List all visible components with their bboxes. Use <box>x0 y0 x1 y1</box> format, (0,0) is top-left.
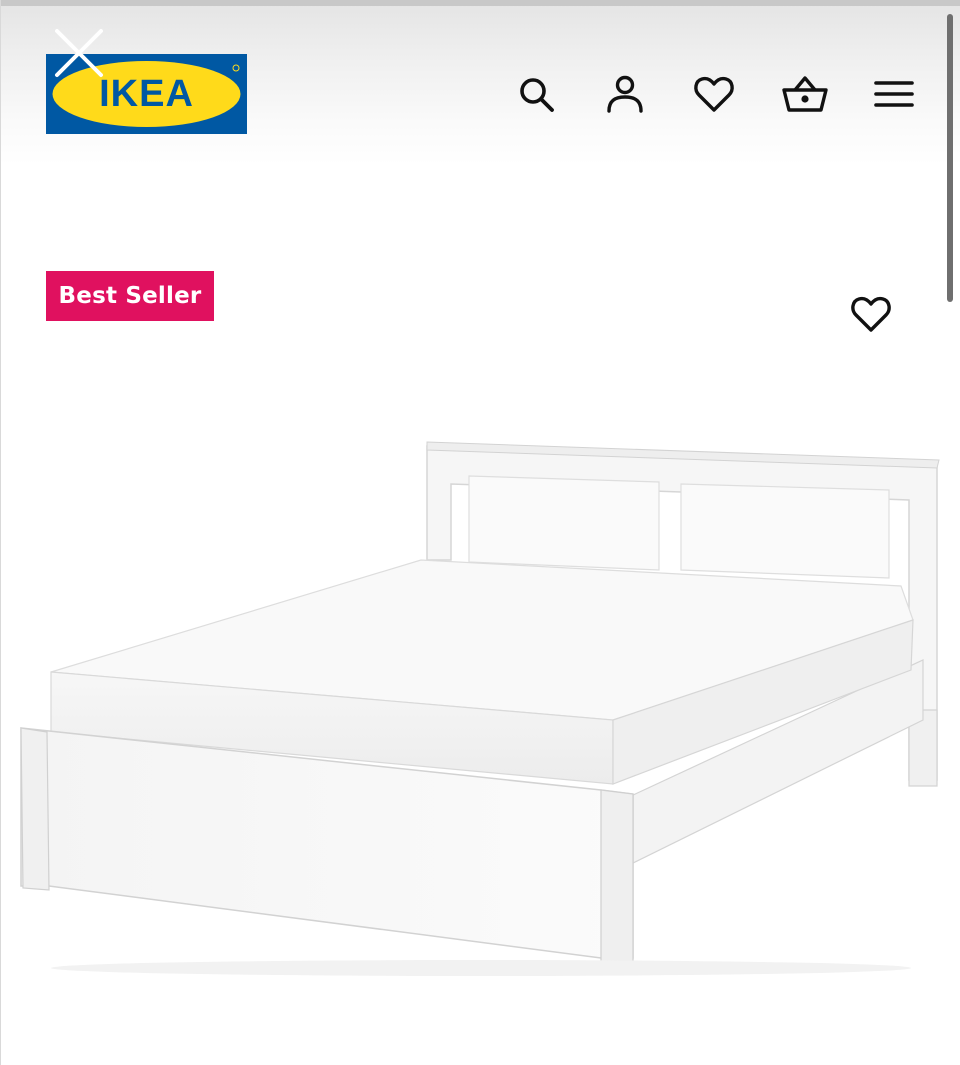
close-icon[interactable] <box>51 25 107 81</box>
site-header: IKEA <box>1 0 960 165</box>
heart-outline-icon[interactable] <box>847 290 895 338</box>
product-image[interactable] <box>1 420 960 980</box>
product-page: IKEA Best Seller <box>0 0 960 1065</box>
wishlist-heart-icon[interactable] <box>692 72 736 116</box>
status-edge <box>1 0 960 6</box>
menu-icon[interactable] <box>872 72 916 116</box>
shopping-basket-icon[interactable] <box>781 72 828 116</box>
search-icon[interactable] <box>514 72 558 116</box>
scrollbar-thumb[interactable] <box>947 14 953 302</box>
bed-illustration <box>20 441 940 976</box>
account-icon[interactable] <box>603 72 647 116</box>
svg-text:IKEA: IKEA <box>99 73 194 115</box>
best-seller-badge: Best Seller <box>46 271 214 321</box>
